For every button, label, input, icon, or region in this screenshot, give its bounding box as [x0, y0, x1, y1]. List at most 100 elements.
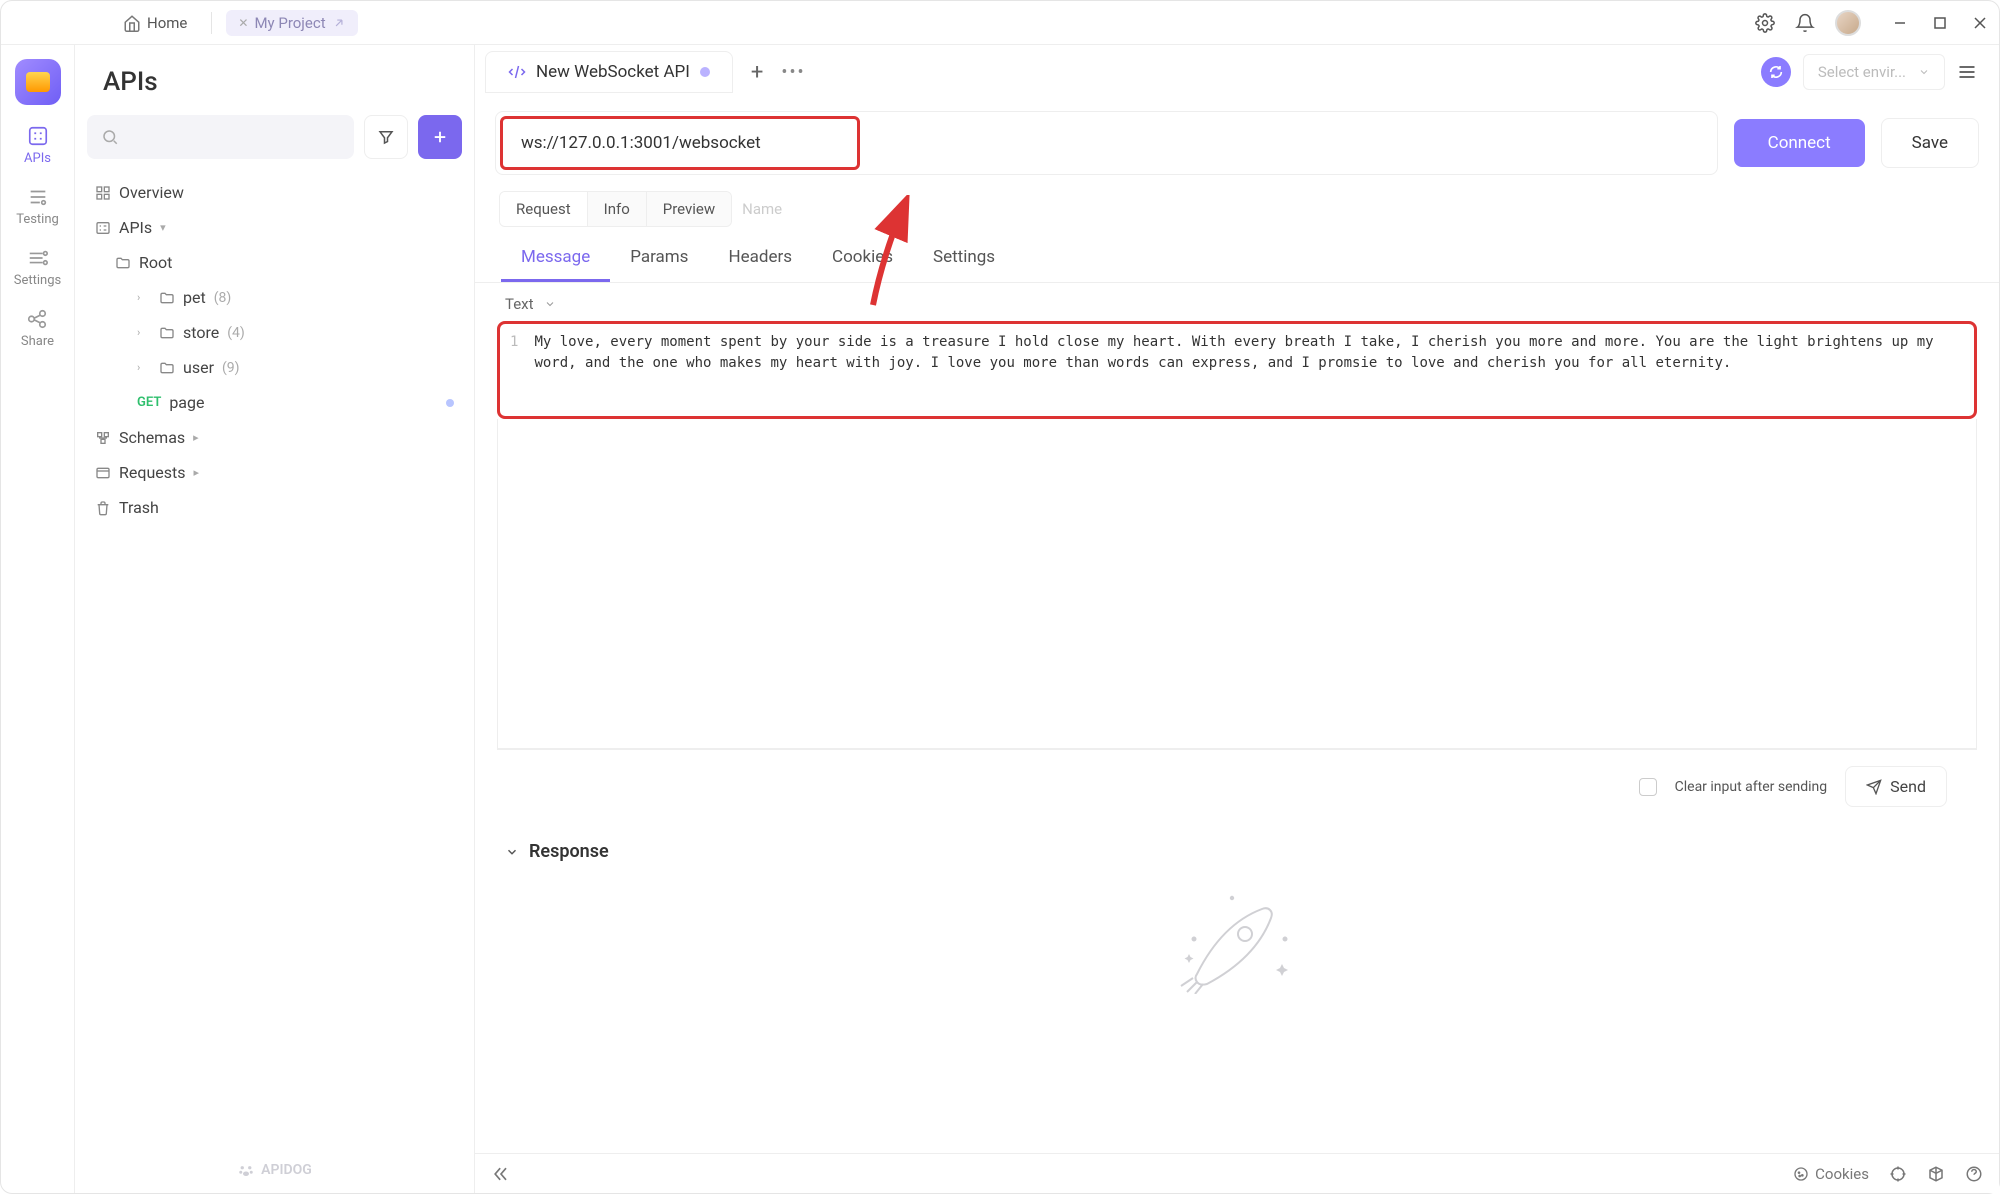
user-avatar[interactable]	[1835, 10, 1861, 36]
response-section[interactable]: Response	[475, 823, 1999, 880]
seg-preview[interactable]: Preview	[647, 192, 731, 226]
editor-padding[interactable]	[497, 419, 1977, 749]
tab-params[interactable]: Params	[610, 237, 708, 282]
url-row: ws://127.0.0.1:3001/websocket Connect Sa…	[475, 99, 1999, 187]
trash-icon	[95, 500, 111, 516]
sidebar-footer: APIDOG	[75, 1147, 474, 1193]
app-logo[interactable]	[15, 59, 61, 105]
request-segment-row: Request Info Preview Name	[475, 187, 1999, 227]
window-minimize-icon[interactable]	[1893, 16, 1907, 30]
rail-testing[interactable]: Testing	[16, 186, 59, 227]
paw-icon	[237, 1161, 255, 1179]
rail-testing-label: Testing	[16, 212, 59, 227]
chevron-down-icon	[544, 298, 556, 310]
url-box: ws://127.0.0.1:3001/websocket	[495, 111, 1718, 175]
name-placeholder[interactable]: Name	[742, 200, 782, 218]
schemas-node[interactable]: Schemas ▸	[85, 420, 464, 455]
window-maximize-icon[interactable]	[1933, 16, 1947, 30]
store-count: (4)	[227, 325, 245, 341]
chevron-right-icon: ›	[137, 326, 151, 339]
search-input[interactable]	[87, 115, 354, 159]
endpoint-name: page	[169, 393, 204, 412]
window-close-icon[interactable]	[1973, 16, 1987, 30]
home-icon	[123, 14, 141, 32]
target-icon[interactable]	[1889, 1165, 1907, 1183]
collapse-icon[interactable]	[491, 1164, 511, 1184]
rail-share-label: Share	[21, 334, 54, 349]
folder-icon	[115, 255, 131, 271]
seg-info[interactable]: Info	[588, 192, 647, 226]
content-type-select[interactable]: Text	[475, 283, 1999, 321]
root-label: Root	[139, 253, 172, 272]
send-button[interactable]: Send	[1845, 766, 1947, 807]
requests-node[interactable]: Requests ▸	[85, 455, 464, 490]
tab-headers[interactable]: Headers	[708, 237, 812, 282]
project-tab[interactable]: ✕ My Project	[226, 10, 357, 36]
folder-icon	[159, 325, 175, 341]
overview-label: Overview	[119, 183, 184, 202]
tab-title: New WebSocket API	[536, 62, 690, 82]
panel-menu-button[interactable]	[1957, 62, 1977, 82]
url-input[interactable]: ws://127.0.0.1:3001/websocket	[500, 116, 860, 170]
view-segment: Request Info Preview	[499, 191, 732, 227]
rail-apis[interactable]: APIs	[24, 125, 51, 166]
apis-node[interactable]: APIs ▾	[85, 210, 464, 245]
tab-settings[interactable]: Settings	[913, 237, 1015, 282]
cookies-button[interactable]: Cookies	[1793, 1165, 1869, 1183]
pet-count: (8)	[214, 290, 232, 306]
sync-button[interactable]	[1761, 57, 1791, 87]
list-icon	[95, 220, 111, 236]
pet-folder[interactable]: › pet (8)	[85, 280, 464, 315]
save-button[interactable]: Save	[1881, 118, 1979, 168]
help-icon[interactable]	[1965, 1165, 1983, 1183]
rail-share[interactable]: Share	[21, 308, 54, 349]
request-tabs: Message Params Headers Cookies Settings	[475, 227, 1999, 283]
chevron-right-icon: ▸	[193, 431, 207, 444]
tab-cookies[interactable]: Cookies	[812, 237, 913, 282]
tab-more-button[interactable]: •••	[781, 62, 805, 83]
box-icon[interactable]	[1927, 1165, 1945, 1183]
user-count: (9)	[222, 360, 240, 376]
root-folder[interactable]: Root	[85, 245, 464, 280]
testing-icon	[27, 186, 49, 208]
close-icon[interactable]: ✕	[238, 16, 248, 30]
add-button[interactable]	[418, 115, 462, 159]
websocket-tab[interactable]: New WebSocket API	[485, 51, 733, 93]
home-tab[interactable]: Home	[113, 8, 197, 38]
user-label: user	[183, 358, 214, 377]
sync-icon	[1768, 64, 1784, 80]
home-label: Home	[147, 14, 187, 32]
requests-icon	[95, 465, 111, 481]
overview-node[interactable]: Overview	[85, 175, 464, 210]
nav-rail: APIs Testing Settings Share	[1, 45, 75, 1193]
environment-select[interactable]: Select envir...	[1803, 54, 1945, 90]
message-content[interactable]: My love, every moment spent by your side…	[534, 332, 1964, 374]
schemas-label: Schemas	[119, 428, 185, 447]
project-label: My Project	[254, 14, 325, 32]
user-folder[interactable]: › user (9)	[85, 350, 464, 385]
bell-icon[interactable]	[1795, 13, 1815, 33]
folder-icon	[159, 360, 175, 376]
http-method: GET	[137, 395, 161, 410]
send-row: Clear input after sending Send	[497, 749, 1977, 823]
filter-button[interactable]	[364, 115, 408, 159]
clear-input-checkbox[interactable]	[1639, 778, 1657, 796]
status-bar: Cookies	[475, 1153, 1999, 1193]
sidebar-title: APIs	[75, 45, 474, 115]
settings-gear-icon[interactable]	[1755, 13, 1775, 33]
seg-request[interactable]: Request	[500, 192, 588, 226]
new-tab-button[interactable]: +	[751, 60, 763, 85]
rail-settings[interactable]: Settings	[14, 247, 61, 288]
clear-input-label: Clear input after sending	[1675, 779, 1828, 795]
empty-response-illustration	[475, 880, 1999, 998]
tab-message[interactable]: Message	[501, 237, 610, 282]
store-label: store	[183, 323, 219, 342]
share-icon	[26, 308, 48, 330]
main-area: New WebSocket API + ••• Select envir...	[475, 45, 1999, 1193]
message-editor[interactable]: 1 My love, every moment spent by your si…	[497, 321, 1977, 419]
trash-node[interactable]: Trash	[85, 490, 464, 525]
store-folder[interactable]: › store (4)	[85, 315, 464, 350]
send-icon	[1866, 779, 1882, 795]
page-endpoint[interactable]: GET page	[85, 385, 464, 420]
connect-button[interactable]: Connect	[1734, 119, 1865, 167]
